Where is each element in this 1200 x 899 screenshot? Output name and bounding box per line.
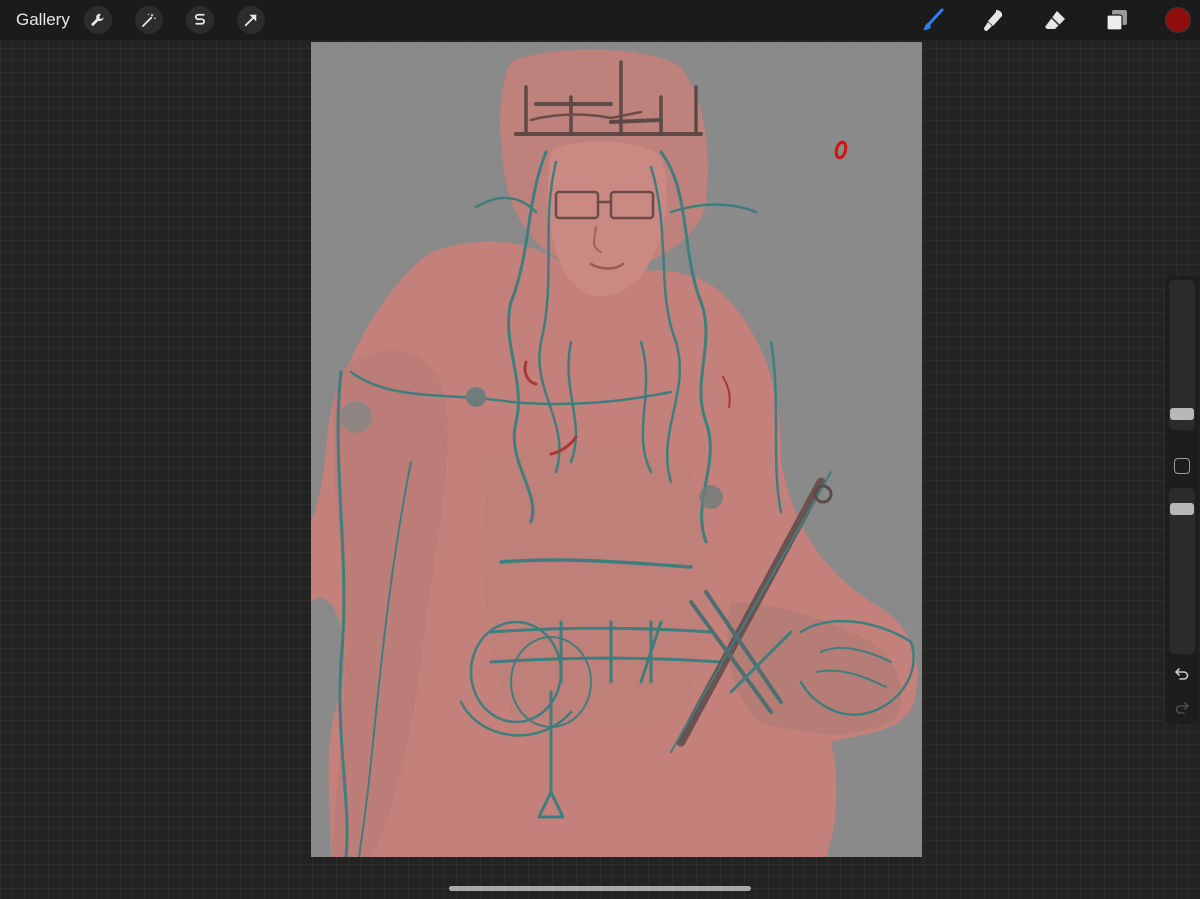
selection-s-icon	[195, 13, 205, 25]
smudge-icon	[984, 10, 1003, 31]
home-indicator	[449, 886, 751, 891]
redo-button[interactable]	[1172, 698, 1192, 718]
arrow-cursor-icon	[244, 14, 257, 27]
wrench-icon	[91, 13, 104, 26]
figure-color-fill	[311, 49, 918, 857]
brush-tool-button[interactable]	[918, 5, 948, 35]
brush-size-thumb[interactable]	[1170, 408, 1194, 420]
redo-icon	[1175, 702, 1189, 714]
adjustments-button[interactable]	[135, 6, 163, 34]
undo-icon	[1175, 668, 1189, 680]
transform-button[interactable]	[237, 6, 265, 34]
actions-button[interactable]	[84, 6, 112, 34]
brush-size-slider[interactable]	[1169, 280, 1195, 430]
undo-button[interactable]	[1172, 664, 1192, 684]
opacity-thumb[interactable]	[1170, 503, 1194, 515]
eraser-tool-button[interactable]	[1040, 5, 1070, 35]
brush-sidebar	[1165, 276, 1199, 724]
procreate-app: Gallery	[0, 0, 1200, 899]
selection-button[interactable]	[186, 6, 214, 34]
modify-button[interactable]	[1174, 458, 1190, 474]
layers-tool-button[interactable]	[1102, 5, 1132, 35]
gallery-button[interactable]: Gallery	[16, 9, 70, 31]
opacity-slider[interactable]	[1169, 488, 1195, 654]
drawing-canvas[interactable]	[311, 42, 922, 857]
eraser-icon	[1045, 11, 1065, 29]
brush-icon	[923, 8, 944, 30]
artwork-sketch	[311, 49, 918, 857]
current-color-swatch[interactable]	[1166, 8, 1190, 32]
magic-wand-icon	[142, 13, 157, 27]
layers-icon	[1106, 10, 1127, 31]
smudge-tool-button[interactable]	[979, 5, 1009, 35]
top-toolbar: Gallery	[0, 0, 1200, 40]
